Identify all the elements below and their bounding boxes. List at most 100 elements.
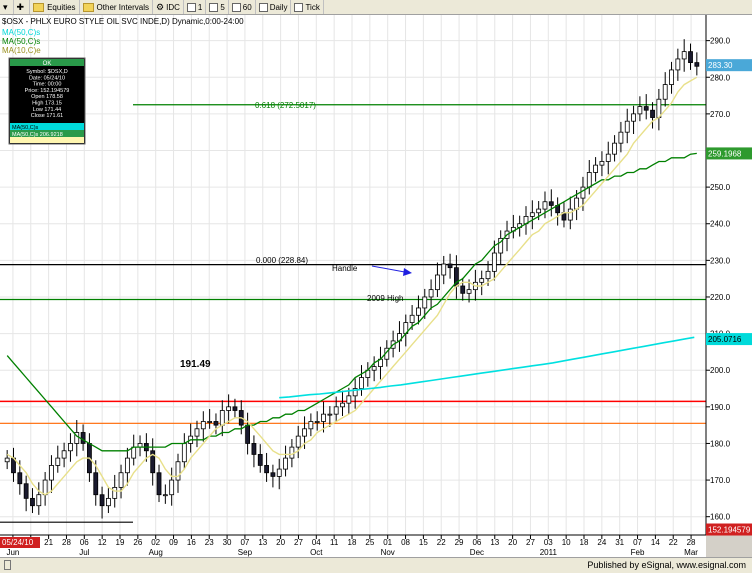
candle-body <box>340 402 345 408</box>
x-month-label: Oct <box>310 548 323 557</box>
x-day-label: 01 <box>383 538 392 547</box>
x-month-label: Sep <box>238 548 253 557</box>
candle-body <box>17 472 23 485</box>
x-day-label: 11 <box>330 538 339 547</box>
x-month-label: Jun <box>6 548 19 557</box>
y-tick-label: 290.0 <box>710 37 731 46</box>
candle-body <box>599 161 605 166</box>
candle-body <box>61 450 67 459</box>
candle-body <box>213 421 219 426</box>
data-window-row: Price: 152.194579 <box>25 88 70 94</box>
x-day-label: 10 <box>562 538 571 547</box>
candle-body <box>605 153 611 162</box>
candle-body <box>542 201 548 210</box>
cyan-ma-price-tag: 205.0716 <box>708 335 742 344</box>
x-day-label: 22 <box>437 538 446 547</box>
candle-body <box>688 51 693 64</box>
candle-body <box>466 289 472 294</box>
handle-label: Handle <box>332 264 358 273</box>
fib-618-label: 0.618 (272.5017) <box>255 101 316 110</box>
x-month-label: Mar <box>684 548 698 557</box>
interval-5-button[interactable]: 5 <box>206 0 229 14</box>
candle-body <box>289 446 295 459</box>
symbol-field[interactable]: ▾ <box>0 0 14 14</box>
candle-body <box>112 486 118 499</box>
x-month-label: Aug <box>149 548 163 557</box>
interval-tick-button[interactable]: Tick <box>291 0 324 14</box>
price-chart[interactable]: 160.0170.0180.0190.0200.0210.0220.0230.0… <box>0 15 752 557</box>
candle-body <box>226 406 232 411</box>
candle-body <box>422 296 428 309</box>
candle-body <box>612 142 617 155</box>
idc-label: IDC <box>166 2 180 12</box>
y-axis-panel[interactable] <box>706 15 752 535</box>
equities-menu[interactable]: Equities <box>30 0 80 14</box>
data-window-row: Open 178.58 <box>31 94 63 100</box>
legend-cyan-ma: MA(50,C)s <box>2 28 40 37</box>
data-window-row: Date: 05/24/10 <box>29 75 65 81</box>
data-window-header: OK <box>43 61 52 67</box>
other-intervals-menu[interactable]: Other Intervals <box>80 0 154 14</box>
x-day-label: 30 <box>223 538 232 547</box>
candle-body <box>567 208 573 221</box>
y-tick-label: 250.0 <box>710 183 731 192</box>
candle-body <box>270 472 276 477</box>
candle-body <box>346 395 352 404</box>
x-day-label: 31 <box>615 538 624 547</box>
candle-body <box>42 479 48 496</box>
interval-daily-button[interactable]: Daily <box>256 0 292 14</box>
x-day-label: 27 <box>294 538 303 547</box>
level-19149-label: 191.49 <box>180 359 211 370</box>
candle-body <box>586 172 592 188</box>
x-month-label: 2011 <box>540 548 558 557</box>
candle-body <box>131 446 137 459</box>
candle-body <box>106 497 111 507</box>
candle-body <box>643 106 649 111</box>
plot-area[interactable] <box>0 15 706 535</box>
candle-body <box>36 494 42 507</box>
status-bar: Published by eSignal, www.esignal.com <box>0 557 752 573</box>
x-day-label: 29 <box>455 538 464 547</box>
candle-body <box>631 113 636 122</box>
chart-window[interactable]: 160.0170.0180.0190.0200.0210.0220.0230.0… <box>0 15 752 557</box>
add-button[interactable]: ✚ <box>14 0 31 14</box>
x-day-label: 21 <box>44 538 53 547</box>
x-day-label: 20 <box>508 538 517 547</box>
x-day-label: 27 <box>526 538 535 547</box>
interval-1-label: 1 <box>197 2 203 12</box>
data-window[interactable]: OK Symbol: $OSX,DDate: 05/24/10Time: 00:… <box>8 57 86 145</box>
candle-body <box>529 212 535 217</box>
x-day-label: 22 <box>669 538 678 547</box>
interval-60-label: 60 <box>242 2 252 12</box>
dropdown-arrow-icon: ▾ <box>3 1 8 12</box>
y-tick-label: 270.0 <box>710 110 731 119</box>
x-day-label: 18 <box>348 538 357 547</box>
y-tick-label: 160.0 <box>710 513 731 522</box>
candle-body <box>479 278 485 283</box>
idc-button[interactable]: ⚙ IDC <box>153 0 184 14</box>
candle-body <box>321 413 326 422</box>
interval-daily-label: Daily <box>269 2 288 12</box>
x-day-label: 04 <box>312 538 321 547</box>
candle-body <box>650 109 655 118</box>
high-2009-label: 2009 High <box>367 294 403 303</box>
fib-0-label: 0.000 (228.84) <box>256 256 308 265</box>
candle-body <box>283 457 288 470</box>
candle-body <box>162 494 168 497</box>
candle-body <box>251 443 257 455</box>
candle-body <box>624 120 630 133</box>
x-month-label: Feb <box>631 548 645 557</box>
interval-60-button[interactable]: 60 <box>229 0 256 14</box>
x-day-label: 02 <box>151 538 160 547</box>
status-indicator-icon <box>4 560 11 570</box>
interval-1-button[interactable]: 1 <box>184 0 207 14</box>
x-month-label: Jul <box>79 548 89 557</box>
candle-body <box>264 465 269 474</box>
ma50-price-tag: 259.1968 <box>708 149 742 158</box>
candle-body <box>124 457 130 474</box>
x-day-label: 08 <box>401 538 410 547</box>
data-window-row: High 173.15 <box>32 101 62 107</box>
gear-icon: ⚙ <box>156 1 165 12</box>
candle-body <box>416 307 421 316</box>
candle-body <box>295 435 301 448</box>
